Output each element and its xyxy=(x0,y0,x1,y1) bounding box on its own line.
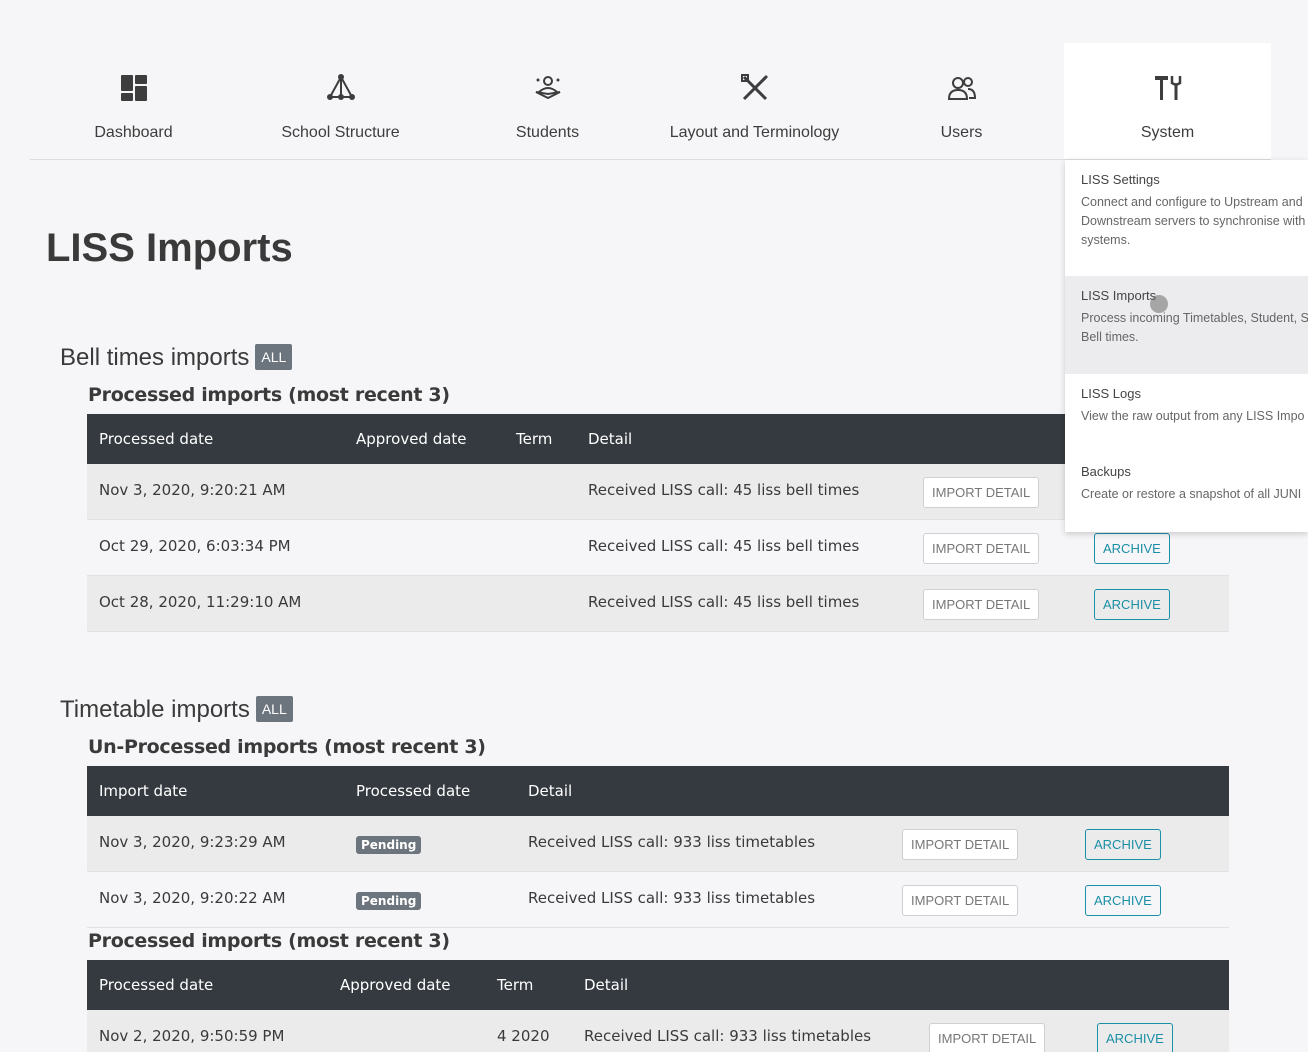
import-detail-button[interactable]: IMPORT DETAIL xyxy=(923,533,1040,564)
pending-badge: Pending xyxy=(356,836,422,854)
menu-item-description: Connect and configure to Upstream and Do… xyxy=(1081,193,1308,250)
import-detail-button[interactable]: IMPORT DETAIL xyxy=(923,589,1040,620)
import-date-cell: Nov 3, 2020, 9:20:22 AM xyxy=(99,889,286,907)
timetable-unprocessed-title: Un-Processed imports (most recent 3) xyxy=(88,736,486,758)
students-icon xyxy=(535,76,560,100)
system-tools-icon xyxy=(1154,76,1181,100)
detail-cell: Received LISS call: 45 liss bell times xyxy=(588,481,860,499)
menu-item-desc-line: Create or restore a snapshot of all JUNI xyxy=(1081,487,1302,501)
archive-button[interactable]: ARCHIVE xyxy=(1085,885,1161,916)
column-header: Detail xyxy=(588,430,633,448)
term-cell: 4 2020 xyxy=(497,1027,550,1045)
top-navigation: Dashboard School Structure Students Layo… xyxy=(30,43,1271,160)
table-header: Processed date Approved date Term Detail xyxy=(87,960,1229,1010)
menu-item-title: LISS Imports xyxy=(1081,288,1157,303)
menu-item-liss-imports[interactable]: LISS Imports Process incoming Timetables… xyxy=(1065,276,1308,374)
school-structure-icon xyxy=(326,74,355,100)
detail-cell: Received LISS call: 45 liss bell times xyxy=(588,537,860,555)
nav-item-dashboard[interactable]: Dashboard xyxy=(30,43,237,159)
timetable-processed-table: Processed date Approved date Term Detail… xyxy=(87,960,1229,1052)
menu-item-desc-line: systems. xyxy=(1081,233,1131,247)
users-icon xyxy=(947,77,976,100)
table-row: Oct 28, 2020, 11:29:10 AM Received LISS … xyxy=(87,576,1229,632)
pending-badge: Pending xyxy=(356,892,422,910)
menu-item-desc-line: Process incoming Timetables, Student, S xyxy=(1081,311,1308,325)
menu-item-desc-line: View the raw output from any LISS Impo xyxy=(1081,409,1305,423)
timetable-processed-title: Processed imports (most recent 3) xyxy=(88,930,450,952)
processed-date-cell: Nov 3, 2020, 9:20:21 AM xyxy=(99,481,286,499)
import-detail-button[interactable]: IMPORT DETAIL xyxy=(902,829,1019,860)
menu-item-title: LISS Logs xyxy=(1081,386,1141,401)
column-header: Processed date xyxy=(99,976,214,994)
table-row: Nov 3, 2020, 9:23:29 AM Pending Received… xyxy=(87,816,1229,872)
processed-date-cell: Oct 28, 2020, 11:29:10 AM xyxy=(99,593,302,611)
nav-label-school-structure: School Structure xyxy=(281,124,400,141)
import-detail-button[interactable]: IMPORT DETAIL xyxy=(929,1023,1046,1052)
menu-item-liss-settings[interactable]: LISS Settings Connect and configure to U… xyxy=(1065,172,1308,250)
menu-item-title: Backups xyxy=(1081,464,1131,479)
timetable-unprocessed-table: Import date Processed date Detail Nov 3,… xyxy=(87,766,1229,928)
column-header: Term xyxy=(497,976,534,994)
column-header: Term xyxy=(516,430,553,448)
nav-label-system: System xyxy=(1140,124,1195,141)
archive-button[interactable]: ARCHIVE xyxy=(1094,533,1170,564)
mouse-cursor-indicator xyxy=(1150,295,1168,313)
column-header: Approved date xyxy=(356,430,467,448)
table-row: Oct 29, 2020, 6:03:34 PM Received LISS c… xyxy=(87,520,1229,576)
menu-item-desc-line: Connect and configure to Upstream and xyxy=(1081,195,1303,209)
nav-item-users[interactable]: Users xyxy=(858,43,1065,159)
table-row: Nov 2, 2020, 9:50:59 PM 4 2020 Received … xyxy=(87,1010,1229,1052)
import-detail-button[interactable]: IMPORT DETAIL xyxy=(902,885,1019,916)
processed-date-cell: Oct 29, 2020, 6:03:34 PM xyxy=(99,537,291,555)
menu-item-desc-line: Bell times. xyxy=(1081,330,1139,344)
archive-button[interactable]: ARCHIVE xyxy=(1085,829,1161,860)
timetable-section-title: Timetable imports ALL xyxy=(60,696,293,724)
detail-cell: Received LISS call: 933 liss timetables xyxy=(528,889,816,907)
column-header: Approved date xyxy=(340,976,451,994)
column-header: Detail xyxy=(584,976,629,994)
nav-item-layout-terminology[interactable]: Layout and Terminology xyxy=(651,43,858,159)
layout-terminology-icon xyxy=(740,74,768,101)
detail-cell: Received LISS call: 45 liss bell times xyxy=(588,593,860,611)
nav-label-students: Students xyxy=(515,124,580,141)
dashboard-icon xyxy=(120,75,147,101)
bell-times-title: Bell times imports xyxy=(60,344,250,371)
column-header: Processed date xyxy=(356,782,471,800)
archive-button[interactable]: ARCHIVE xyxy=(1097,1023,1173,1052)
menu-item-title: LISS Settings xyxy=(1081,172,1160,187)
nav-item-students[interactable]: Students xyxy=(444,43,651,159)
bell-processed-title: Processed imports (most recent 3) xyxy=(88,384,450,406)
nav-label-layout-terminology: Layout and Terminology xyxy=(669,124,840,141)
column-header: Import date xyxy=(99,782,188,800)
nav-label-users: Users xyxy=(940,124,983,141)
detail-cell: Received LISS call: 933 liss timetables xyxy=(584,1027,872,1045)
menu-item-description: View the raw output from any LISS Impo xyxy=(1081,407,1308,426)
menu-item-description: Process incoming Timetables, Student, S … xyxy=(1081,309,1308,347)
menu-item-liss-logs[interactable]: LISS Logs View the raw output from any L… xyxy=(1065,386,1308,426)
column-header: Processed date xyxy=(99,430,214,448)
menu-item-backups[interactable]: Backups Create or restore a snapshot of … xyxy=(1065,464,1308,504)
nav-item-school-structure[interactable]: School Structure xyxy=(237,43,444,159)
bell-processed-table: Processed date Approved date Term Detail… xyxy=(87,414,1229,632)
archive-button[interactable]: ARCHIVE xyxy=(1094,589,1170,620)
timetable-title: Timetable imports xyxy=(60,696,250,723)
table-header: Processed date Approved date Term Detail xyxy=(87,414,1229,464)
nav-item-system[interactable]: System xyxy=(1064,43,1271,159)
nav-label-dashboard: Dashboard xyxy=(94,124,173,141)
import-date-cell: Nov 3, 2020, 9:23:29 AM xyxy=(99,833,286,851)
system-dropdown-menu: LISS Settings Connect and configure to U… xyxy=(1065,160,1308,532)
table-row: Nov 3, 2020, 9:20:21 AM Received LISS ca… xyxy=(87,464,1229,520)
detail-cell: Received LISS call: 933 liss timetables xyxy=(528,833,816,851)
bell-times-section-title: Bell times imports ALL xyxy=(60,344,293,372)
processed-date-cell: Nov 2, 2020, 9:50:59 PM xyxy=(99,1027,285,1045)
bell-times-all-badge[interactable]: ALL xyxy=(255,344,293,370)
table-row: Nov 3, 2020, 9:20:22 AM Pending Received… xyxy=(87,872,1229,928)
timetable-all-badge[interactable]: ALL xyxy=(255,696,293,722)
menu-item-description: Create or restore a snapshot of all JUNI xyxy=(1081,485,1308,504)
table-header: Import date Processed date Detail xyxy=(87,766,1229,816)
column-header: Detail xyxy=(528,782,573,800)
menu-item-desc-line: Downstream servers to synchronise with xyxy=(1081,214,1306,228)
import-detail-button[interactable]: IMPORT DETAIL xyxy=(923,477,1040,508)
page-title: LISS Imports xyxy=(46,226,293,270)
